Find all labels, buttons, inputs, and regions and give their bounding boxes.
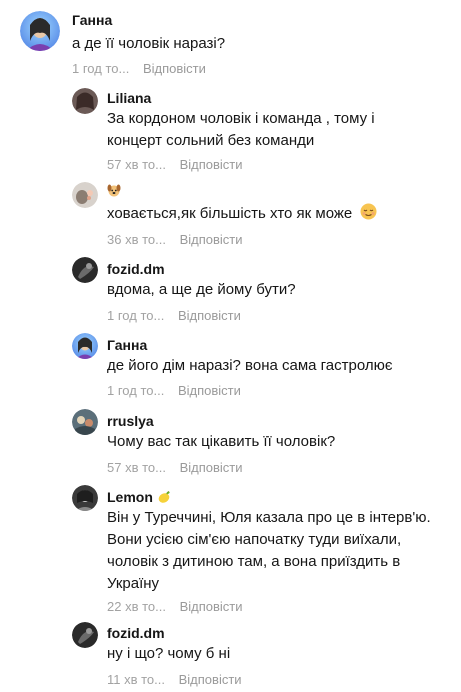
- reply-button[interactable]: Відповісти: [143, 61, 206, 76]
- comment-meta: 36 хв то... Відповісти: [107, 232, 243, 247]
- comment-text: За кордоном чоловік і команда , тому і к…: [107, 110, 375, 149]
- lemon-emoji: [157, 490, 171, 507]
- comment-meta: 57 хв то... Відповісти: [107, 460, 243, 475]
- dog-emoji: [107, 183, 121, 200]
- comment-text: вдома, а ще де йому бути?: [107, 281, 296, 298]
- avatar-fozid[interactable]: [72, 622, 98, 648]
- avatar-lemon[interactable]: [72, 485, 98, 511]
- comment-meta: 1 год то... Відповісти: [72, 61, 206, 76]
- reply-button[interactable]: Відповісти: [180, 599, 243, 614]
- comment-text: ховається,як більшість хто як може: [107, 203, 447, 227]
- reply-button[interactable]: Відповісти: [178, 383, 241, 398]
- comment-author[interactable]: Liliana: [107, 90, 151, 106]
- comment-time: 1 год то...: [72, 61, 130, 76]
- comment-time: 11 хв то...: [107, 672, 165, 687]
- comment-author[interactable]: [107, 182, 121, 200]
- reply-button[interactable]: Відповісти: [178, 308, 241, 323]
- comment-author-name: Lemon: [107, 489, 153, 505]
- comment-meta: 11 хв то... Відповісти: [107, 672, 242, 687]
- comment-time: 36 хв то...: [107, 232, 166, 247]
- avatar-rruslya[interactable]: [72, 409, 98, 435]
- comment-meta: 1 год то... Відповісти: [107, 383, 241, 398]
- avatar-fozid[interactable]: [72, 257, 98, 283]
- avatar-dog[interactable]: [72, 182, 98, 208]
- avatar-ganna[interactable]: [72, 333, 98, 359]
- comment-time: 22 хв то...: [107, 599, 166, 614]
- comment-meta: 57 хв то... Відповісти: [107, 157, 243, 172]
- comment-text: Він у Туреччині, Юля казала про це в інт…: [107, 509, 431, 592]
- relieved-face-emoji: [360, 203, 377, 227]
- comment-author[interactable]: Ганна: [72, 12, 112, 28]
- comment-meta: 22 хв то... Відповісти: [107, 599, 243, 614]
- comment-time: 1 год то...: [107, 383, 165, 398]
- comment-text: Чому вас так цікавить її чоловік?: [107, 433, 336, 450]
- comment-text: а де її чоловік наразі?: [72, 35, 226, 52]
- reply-button[interactable]: Відповісти: [180, 157, 243, 172]
- comment-author[interactable]: fozid.dm: [107, 261, 165, 277]
- comment-author[interactable]: Ганна: [107, 337, 147, 353]
- reply-button[interactable]: Відповісти: [180, 460, 243, 475]
- comment-meta: 1 год то... Відповісти: [107, 308, 241, 323]
- comment-time: 57 хв то...: [107, 460, 166, 475]
- avatar-liliana[interactable]: [72, 88, 98, 114]
- comment-text-body: ховається,як більшість хто як може: [107, 205, 353, 222]
- comment-text: ну і що? чому б ні: [107, 645, 231, 662]
- comment-author[interactable]: rruslya: [107, 413, 154, 429]
- comment-author[interactable]: Lemon: [107, 489, 171, 507]
- comment-time: 57 хв то...: [107, 157, 166, 172]
- comment-author[interactable]: fozid.dm: [107, 625, 165, 641]
- avatar-ganna[interactable]: [20, 11, 60, 51]
- reply-button[interactable]: Відповісти: [180, 232, 243, 247]
- comment-time: 1 год то...: [107, 308, 165, 323]
- reply-button[interactable]: Відповісти: [179, 672, 242, 687]
- comment-text: де його дім наразі? вона сама гастролює: [107, 357, 393, 374]
